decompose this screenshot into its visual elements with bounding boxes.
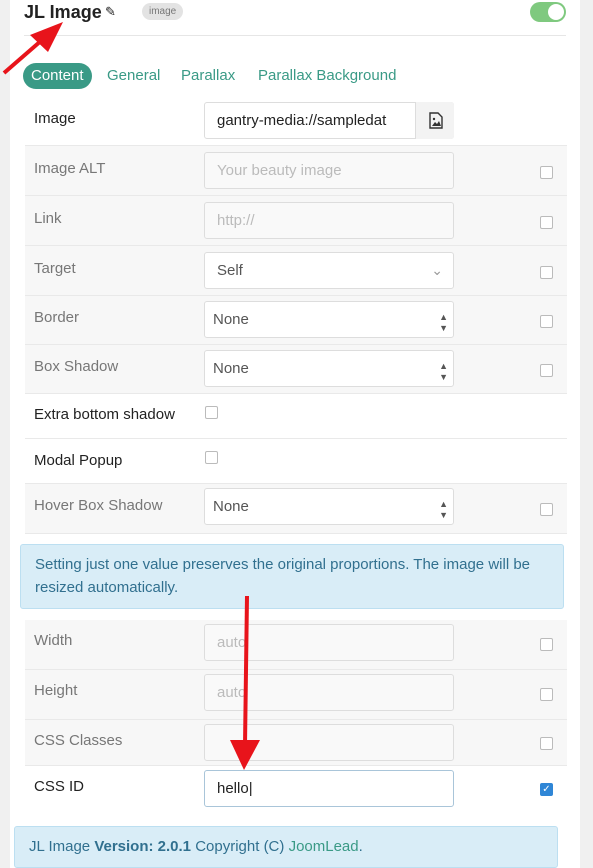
field-row-width: Width auto	[25, 620, 567, 670]
field-label: Target	[34, 260, 76, 277]
field-label: Extra bottom shadow	[34, 406, 175, 423]
override-checkbox[interactable]	[540, 315, 553, 328]
link-input[interactable]: http://	[204, 202, 454, 239]
enable-toggle[interactable]	[530, 2, 566, 22]
target-select[interactable]: Self ⌄	[204, 252, 454, 289]
width-input[interactable]: auto	[204, 624, 454, 661]
field-label: Border	[34, 309, 80, 326]
css-classes-input[interactable]	[204, 724, 454, 761]
footer-suffix: .	[358, 838, 363, 855]
image-alt-input[interactable]: Your beauty image	[204, 152, 454, 189]
hover-box-shadow-select-value: None	[213, 498, 249, 515]
field-label: Width	[34, 632, 73, 649]
sort-arrows-icon: ▲ ▼	[439, 312, 448, 333]
box-shadow-select[interactable]: None ▲ ▼	[204, 350, 454, 387]
media-picker-button[interactable]	[415, 102, 454, 139]
field-label: Hover Box Shadow	[34, 497, 163, 514]
vendor-link[interactable]: JoomLead	[289, 838, 359, 855]
box-shadow-select-value: None	[213, 360, 249, 377]
version-label: Version: 2.0.1	[94, 838, 192, 855]
field-row-css-classes: CSS Classes	[25, 720, 567, 766]
override-checkbox[interactable]	[540, 266, 553, 279]
chevron-down-icon: ⌄	[431, 262, 443, 278]
css-id-input[interactable]: hello|	[204, 770, 454, 807]
css-id-value: hello	[217, 780, 249, 797]
field-row-box-shadow: Box Shadow None ▲ ▼	[25, 345, 567, 394]
border-select-value: None	[213, 311, 249, 328]
particle-header: JL Image ✎ image	[24, 0, 566, 36]
field-label: Modal Popup	[34, 452, 123, 469]
version-footer: JL Image Version: 2.0.1 Copyright (C) Jo…	[14, 826, 558, 868]
field-row-link: Link http://	[25, 196, 567, 246]
image-file-icon	[429, 112, 443, 129]
override-checkbox-checked[interactable]: ✓	[540, 783, 553, 796]
target-select-value: Self	[217, 262, 243, 279]
sort-arrows-icon: ▲ ▼	[439, 361, 448, 382]
field-row-border: Border None ▲ ▼	[25, 296, 567, 345]
border-select[interactable]: None ▲ ▼	[204, 301, 454, 338]
field-row-height: Height auto	[25, 670, 567, 720]
override-checkbox[interactable]	[540, 216, 553, 229]
tab-content[interactable]: Content	[23, 63, 92, 89]
field-row-image-alt: Image ALT Your beauty image	[25, 146, 567, 196]
override-checkbox[interactable]	[540, 364, 553, 377]
sort-arrows-icon: ▲ ▼	[439, 499, 448, 520]
field-row-modal-popup: Modal Popup	[25, 439, 567, 484]
field-label: Image ALT	[34, 160, 106, 177]
field-row-hover-box-shadow: Hover Box Shadow None ▲ ▼	[25, 484, 567, 534]
text-cursor: |	[248, 780, 253, 797]
toggle-knob	[548, 4, 564, 20]
override-checkbox[interactable]	[540, 166, 553, 179]
pencil-icon[interactable]: ✎	[105, 4, 116, 20]
field-label: CSS ID	[34, 778, 85, 795]
field-row-extra-bottom-shadow: Extra bottom shadow	[25, 394, 567, 439]
modal-popup-checkbox[interactable]	[205, 451, 218, 464]
tab-parallax[interactable]: Parallax	[181, 63, 235, 89]
hover-box-shadow-select[interactable]: None ▲ ▼	[204, 488, 454, 525]
field-label: CSS Classes	[34, 732, 123, 749]
particle-settings-panel: JL Image ✎ image Content General Paralla…	[10, 0, 580, 868]
height-input[interactable]: auto	[204, 674, 454, 711]
tab-parallax-background[interactable]: Parallax Background	[258, 63, 396, 89]
particle-title: JL Image	[24, 2, 102, 22]
field-label: Image	[34, 110, 76, 127]
extra-bottom-shadow-checkbox[interactable]	[205, 406, 218, 419]
override-checkbox[interactable]	[540, 503, 553, 516]
field-label: Height	[34, 682, 78, 699]
info-notice: Setting just one value preserves the ori…	[20, 544, 564, 609]
footer-prefix: JL Image	[29, 838, 95, 855]
field-row-image: Image gantry-media://sampledat	[25, 96, 567, 146]
type-badge: image	[142, 3, 184, 20]
footer-copyright: Copyright (C)	[191, 838, 289, 855]
tab-general[interactable]: General	[107, 63, 160, 89]
override-checkbox[interactable]	[540, 638, 553, 651]
field-row-css-id: CSS ID hello| ✓	[25, 766, 567, 814]
override-checkbox[interactable]	[540, 737, 553, 750]
field-label: Link	[34, 210, 62, 227]
override-checkbox[interactable]	[540, 688, 553, 701]
field-label: Box Shadow	[34, 358, 119, 375]
field-row-target: Target Self ⌄	[25, 246, 567, 296]
